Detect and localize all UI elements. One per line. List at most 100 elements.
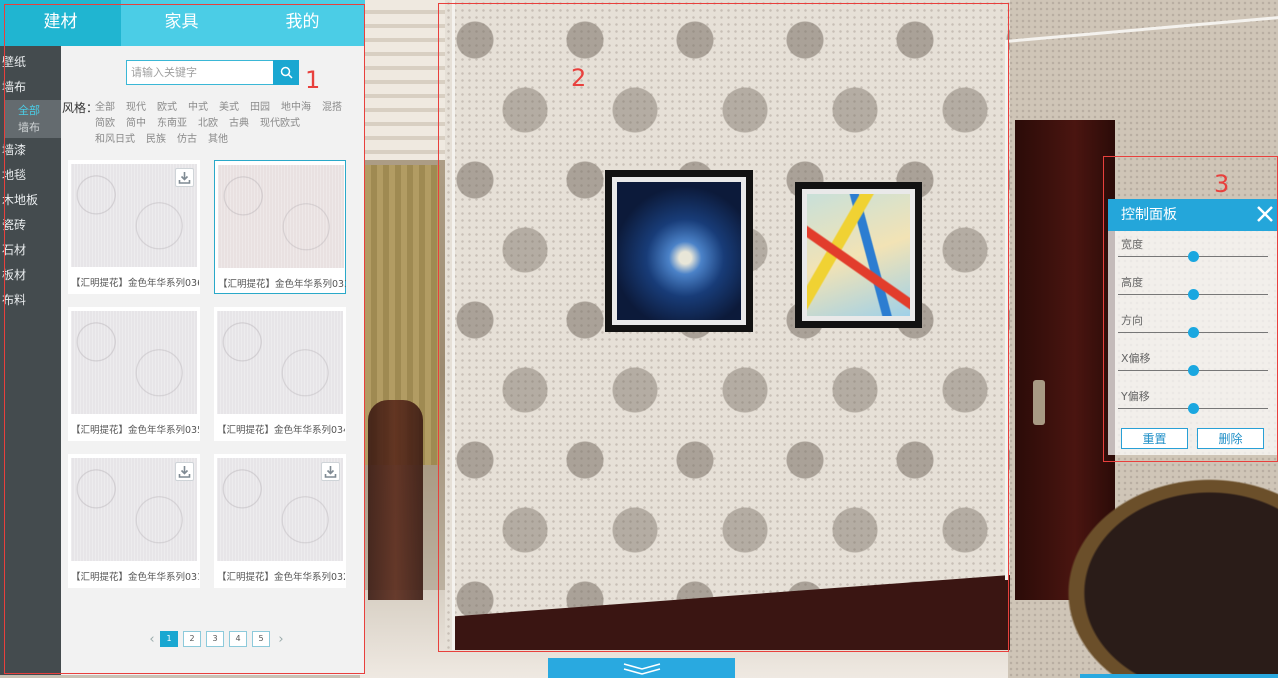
slider-row: 高度 [1108, 269, 1278, 307]
style-option[interactable]: 北欧 [198, 116, 218, 132]
product-thumbnail[interactable] [71, 311, 197, 414]
search-bar [126, 60, 299, 85]
chevron-left-icon[interactable]: ‹ [146, 632, 158, 647]
slider-label: 高度 [1121, 276, 1143, 289]
page-button[interactable]: 3 [206, 631, 224, 647]
tab-furniture[interactable]: 家具 [121, 0, 242, 46]
style-option[interactable]: 美式 [219, 100, 239, 116]
collapse-toolbar-button[interactable] [548, 658, 735, 678]
tab-building-materials[interactable]: 建材 [0, 0, 121, 46]
category-carpet[interactable]: 地毯 [0, 163, 61, 188]
category-wall-cloth[interactable]: 墙布 [0, 75, 61, 100]
style-option[interactable]: 仿古 [177, 132, 197, 148]
category-wood-floor[interactable]: 木地板 [0, 188, 61, 213]
product-name: 【汇明提花】金色年华系列033 [218, 279, 346, 290]
chevron-right-icon[interactable]: › [275, 632, 287, 647]
style-option[interactable]: 简欧 [95, 116, 115, 132]
reset-button[interactable]: 重置 [1121, 428, 1188, 449]
page-button[interactable]: 4 [229, 631, 247, 647]
page-button[interactable]: 5 [252, 631, 270, 647]
subcategory-all[interactable]: 全部 [18, 102, 61, 119]
control-panel-header: 控制面板 [1108, 199, 1278, 231]
style-option[interactable]: 现代欧式 [260, 116, 300, 132]
slider-label: Y偏移 [1121, 390, 1150, 403]
wall-painting-abstract[interactable] [795, 182, 922, 328]
style-option[interactable]: 现代 [126, 100, 146, 116]
category-wall-paint[interactable]: 墙漆 [0, 138, 61, 163]
product-thumbnail[interactable] [217, 311, 343, 414]
download-button[interactable] [321, 462, 340, 481]
top-tab-bar: 建材 家具 我的 [0, 0, 365, 46]
category-tile[interactable]: 瓷砖 [0, 213, 61, 238]
style-option[interactable]: 中式 [188, 100, 208, 116]
download-icon [178, 466, 191, 478]
page-button[interactable]: 2 [183, 631, 201, 647]
slider-list: 宽度高度方向 X偏移 Y偏移 [1108, 231, 1278, 421]
product-thumbnail[interactable] [218, 165, 344, 268]
style-option[interactable]: 和风日式 [95, 132, 135, 148]
tab-mine[interactable]: 我的 [242, 0, 363, 46]
crown-molding [365, 0, 445, 160]
close-icon[interactable] [1254, 203, 1276, 225]
slider-row: X偏移 [1108, 345, 1278, 383]
delete-button[interactable]: 删除 [1197, 428, 1264, 449]
product-card[interactable]: 【汇明提花】金色年华系列034 [214, 307, 346, 441]
page-button[interactable]: 1 [160, 631, 178, 647]
style-option[interactable]: 简中 [126, 116, 146, 132]
download-icon [324, 466, 337, 478]
annotation-label-3: 3 [1214, 170, 1230, 198]
pagination: ‹ 12345 › [146, 631, 287, 647]
dining-chair [368, 400, 423, 600]
material-panel: 建材 家具 我的 壁纸 墙布 全部 墙布 墙漆 地毯 木地板 瓷砖 石材 板材 … [0, 0, 365, 675]
style-option[interactable]: 田园 [250, 100, 270, 116]
product-card[interactable]: 【汇明提花】金色年华系列035 [68, 307, 200, 441]
slider-label: X偏移 [1121, 352, 1151, 365]
product-card[interactable]: 【汇明提花】金色年华系列033 [214, 160, 346, 294]
category-wallpaper[interactable]: 壁纸 [0, 50, 61, 75]
style-option[interactable]: 地中海 [281, 100, 311, 116]
slider-thumb[interactable] [1188, 289, 1199, 300]
download-icon [178, 172, 191, 184]
slider-thumb[interactable] [1188, 365, 1199, 376]
search-icon [280, 66, 293, 79]
style-option[interactable]: 全部 [95, 100, 115, 116]
product-card[interactable]: 【汇明提花】金色年华系列031 [68, 454, 200, 588]
product-card[interactable]: 【汇明提花】金色年华系列032 [214, 454, 346, 588]
slider-thumb[interactable] [1188, 251, 1199, 262]
style-option[interactable]: 欧式 [157, 100, 177, 116]
style-option[interactable]: 东南亚 [157, 116, 187, 132]
style-option[interactable]: 其他 [208, 132, 228, 148]
slider-thumb[interactable] [1188, 403, 1199, 414]
wall-painting-blue[interactable] [605, 170, 753, 332]
download-button[interactable] [175, 462, 194, 481]
control-panel-title: 控制面板 [1121, 207, 1177, 223]
subcategory-list: 全部 墙布 [4, 100, 61, 138]
door-handle [1033, 380, 1045, 425]
search-input[interactable] [126, 60, 273, 85]
wall-outline-right [1005, 40, 1008, 580]
subcategory-wall-cloth[interactable]: 墙布 [18, 119, 61, 136]
product-name: 【汇明提花】金色年华系列035 [71, 425, 199, 436]
category-board[interactable]: 板材 [0, 263, 61, 288]
control-panel-actions: 重置 删除 [1121, 428, 1273, 449]
slider-label: 宽度 [1121, 238, 1143, 251]
slider-thumb[interactable] [1188, 327, 1199, 338]
product-name: 【汇明提花】金色年华系列031 [71, 572, 199, 583]
armchair [1050, 465, 1278, 678]
product-name: 【汇明提花】金色年华系列036 [71, 278, 199, 289]
wall-outline-left [452, 0, 455, 650]
search-button[interactable] [273, 60, 299, 85]
category-stone[interactable]: 石材 [0, 238, 61, 263]
bottom-accent-strip [1080, 674, 1278, 678]
style-option[interactable]: 混搭 [322, 100, 342, 116]
control-panel: 控制面板 宽度高度方向 X偏移 Y偏移 重置 删除 [1108, 199, 1278, 455]
download-button[interactable] [175, 168, 194, 187]
slider-row: 宽度 [1108, 231, 1278, 269]
slider-row: 方向 [1108, 307, 1278, 345]
product-name: 【汇明提花】金色年华系列034 [217, 425, 345, 436]
slider-label: 方向 [1121, 314, 1143, 327]
category-fabric[interactable]: 布料 [0, 288, 61, 313]
style-option[interactable]: 民族 [146, 132, 166, 148]
style-option[interactable]: 古典 [229, 116, 249, 132]
product-card[interactable]: 【汇明提花】金色年华系列036 [68, 160, 200, 294]
